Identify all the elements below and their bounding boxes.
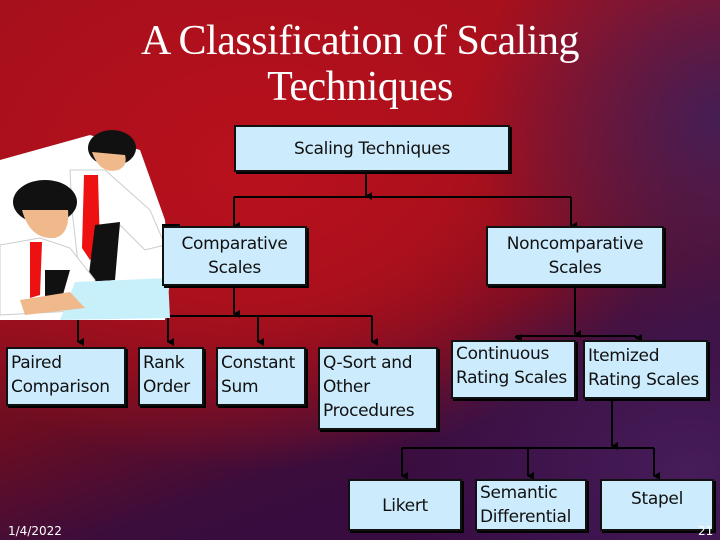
slide-number: 21 (698, 524, 714, 538)
node-label-line-1: Semantic (480, 483, 558, 503)
node-label-line-2: Rating Scales (456, 368, 567, 388)
node-semantic-differential: Semantic Differential (475, 479, 587, 531)
node-label-line-2: Differential (480, 507, 572, 527)
businessmen-clipart (0, 130, 180, 320)
node-stapel: Stapel (600, 479, 714, 531)
node-label-line-2: Order (143, 377, 190, 397)
node-label-line-1: Constant (221, 353, 296, 373)
node-noncomparative-scales: Noncomparative Scales (486, 226, 664, 286)
slide: A Classification of Scaling Techniques S… (0, 0, 720, 540)
node-label: Likert (382, 496, 428, 516)
node-label: Scaling Techniques (293, 138, 451, 159)
node-qsort-other-procedures: Q-Sort and Other Procedures (318, 347, 438, 430)
node-label-line-2: Rating Scales (588, 370, 699, 390)
node-label-line-1: Paired (11, 353, 62, 373)
node-paired-comparison: Paired Comparison (6, 347, 126, 406)
node-label-line-1: Noncomparative (506, 234, 644, 254)
node-label-line-1: Comparative (181, 234, 288, 254)
title-line-2: Techniques (267, 64, 453, 110)
slide-title: A Classification of Scaling Techniques (0, 18, 720, 110)
footer-date: 1/4/2022 (8, 524, 62, 538)
node-label-line-3: Procedures (323, 401, 415, 421)
node-label-line-2: Scales (548, 258, 602, 278)
node-scaling-techniques: Scaling Techniques (234, 125, 510, 172)
title-line-1: A Classification of Scaling (141, 18, 579, 64)
node-label-line-2: Sum (221, 377, 259, 397)
seated-man-tie (30, 242, 42, 298)
node-continuous-rating-scales: Continuous Rating Scales (451, 340, 576, 399)
node-likert: Likert (348, 479, 462, 531)
node-label: Stapel (630, 489, 684, 509)
node-label-line-1: Continuous (456, 344, 550, 364)
node-rank-order: Rank Order (138, 347, 204, 406)
node-constant-sum: Constant Sum (216, 347, 306, 406)
node-label-line-1: Q-Sort and (323, 353, 413, 373)
node-label-line-2: Scales (208, 258, 261, 278)
node-label-line-1: Rank (143, 353, 185, 373)
node-label-line-2: Comparison (11, 377, 110, 397)
node-comparative-scales: Comparative Scales (162, 226, 307, 286)
node-label-line-1: Itemized (588, 346, 660, 366)
node-itemized-rating-scales: Itemized Rating Scales (583, 340, 708, 399)
node-label-line-2: Other (323, 377, 370, 397)
